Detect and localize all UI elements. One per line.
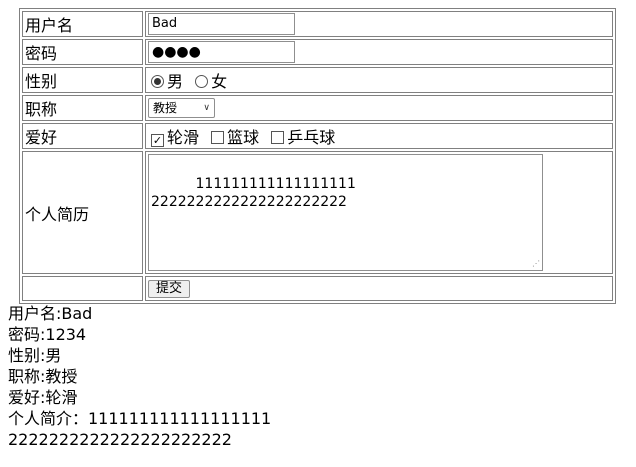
- submit-empty-cell: [22, 276, 143, 301]
- gender-female-radio[interactable]: [195, 75, 209, 88]
- title-row: 职称 教授 ∨: [22, 95, 613, 121]
- resume-label: 个人简历: [22, 151, 143, 274]
- hobby-basketball-label: 篮球: [227, 128, 260, 147]
- gender-male-radio[interactable]: [151, 75, 164, 88]
- submit-button[interactable]: 提交: [148, 280, 191, 299]
- password-row: 密码 ●●●●: [22, 39, 613, 65]
- username-row: 用户名 Bad: [22, 11, 613, 37]
- username-input[interactable]: Bad: [148, 13, 295, 35]
- resume-cell: 111111111111111111 222222222222222222222…: [145, 151, 613, 274]
- chevron-down-icon: ∨: [203, 103, 210, 114]
- resize-grip-icon[interactable]: ⋰: [532, 260, 540, 268]
- username-label: 用户名: [22, 11, 143, 37]
- gender-row: 性别 男 女: [22, 67, 613, 93]
- title-select[interactable]: 教授 ∨: [148, 98, 215, 119]
- hobby-pingpong-label: 乒乓球: [287, 128, 336, 147]
- title-cell: 教授 ∨: [145, 95, 613, 121]
- gender-label: 性别: [22, 67, 143, 93]
- result-title: 职称:教授: [8, 367, 78, 386]
- result-resume-line2: 2222222222222222222222: [8, 430, 232, 449]
- registration-form-table: 用户名 Bad 密码 ●●●● 性别 男 女 职称 教授 ∨ 爱好 ✓ 轮滑 篮…: [19, 8, 616, 304]
- gender-female-label: 女: [211, 72, 228, 91]
- title-select-value: 教授: [153, 101, 178, 116]
- hobby-row: 爱好 ✓ 轮滑 篮球 乒乓球: [22, 123, 613, 149]
- result-output: 用户名:Bad 密码:1234 性别:男 职称:教授 爱好:轮滑 个人简介：11…: [8, 303, 271, 450]
- result-hobby: 爱好:轮滑: [8, 388, 78, 407]
- gender-cell: 男 女: [145, 67, 613, 93]
- submit-cell: 提交: [145, 276, 613, 301]
- hobby-label: 爱好: [22, 123, 143, 149]
- title-label: 职称: [22, 95, 143, 121]
- submit-row: 提交: [22, 276, 613, 301]
- resume-row: 个人简历 111111111111111111 2222222222222222…: [22, 151, 613, 274]
- hobby-cell: ✓ 轮滑 篮球 乒乓球: [145, 123, 613, 149]
- result-username: 用户名:Bad: [8, 304, 93, 323]
- username-cell: Bad: [145, 11, 613, 37]
- hobby-skating-checkbox[interactable]: ✓: [151, 134, 164, 147]
- resume-text: 111111111111111111 222222222222222222222…: [151, 176, 356, 210]
- result-password: 密码:1234: [8, 325, 87, 344]
- password-input[interactable]: ●●●●: [148, 41, 295, 63]
- password-label: 密码: [22, 39, 143, 65]
- result-resume: 个人简介：111111111111111111: [8, 409, 272, 428]
- hobby-skating-label: 轮滑: [167, 128, 200, 147]
- result-gender: 性别:男: [8, 346, 62, 365]
- resume-textarea[interactable]: 111111111111111111 222222222222222222222…: [148, 154, 543, 271]
- password-cell: ●●●●: [145, 39, 613, 65]
- hobby-pingpong-checkbox[interactable]: [271, 131, 285, 144]
- page: 用户名 Bad 密码 ●●●● 性别 男 女 职称 教授 ∨ 爱好 ✓ 轮滑 篮…: [0, 0, 636, 467]
- gender-male-label: 男: [167, 72, 184, 91]
- hobby-basketball-checkbox[interactable]: [211, 131, 225, 144]
